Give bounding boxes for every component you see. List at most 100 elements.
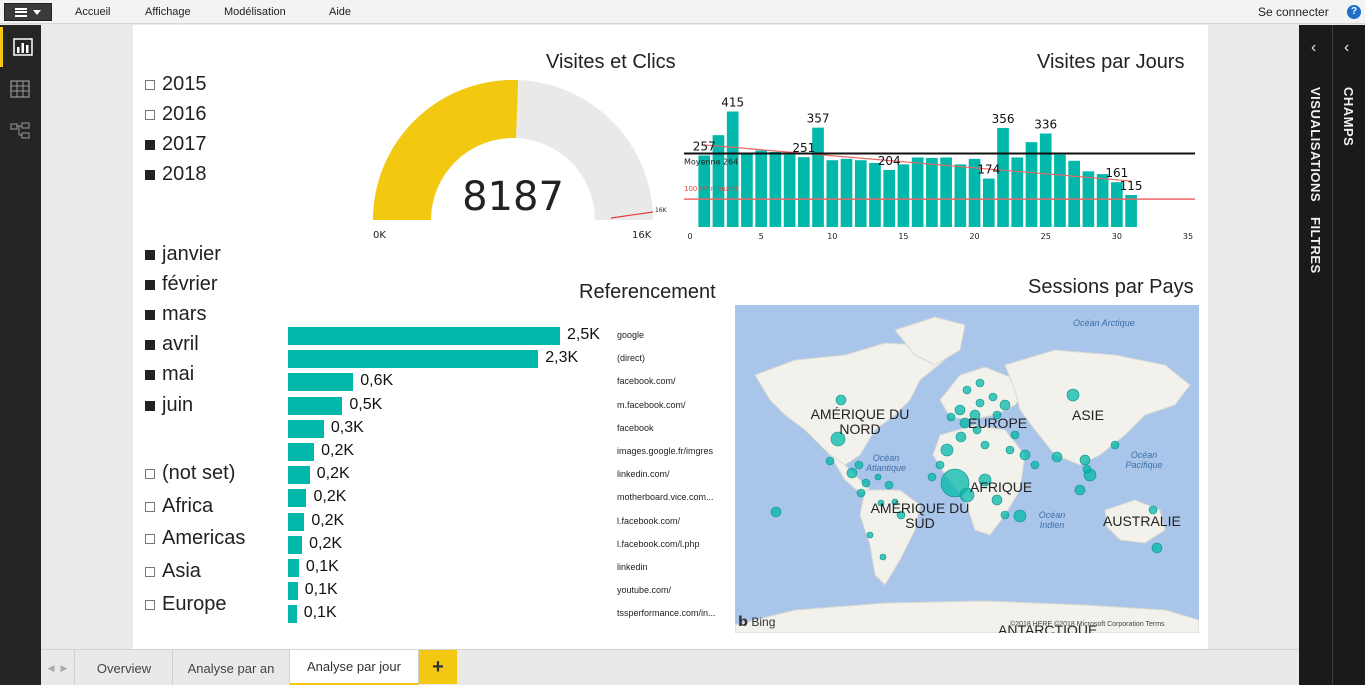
sign-in-link[interactable]: Se connecter — [1258, 5, 1329, 19]
daily-data-label: 257 — [693, 139, 716, 153]
slicer-item-juin[interactable]: juin — [145, 394, 193, 417]
referencement-category-label: l.facebook.com/ — [617, 515, 681, 526]
chevron-left-icon[interactable]: ◀ — [48, 663, 55, 674]
chevron-left-icon[interactable]: ‹ — [1311, 39, 1316, 57]
referencement-bar[interactable] — [288, 512, 305, 531]
map-label-north-america: AMÉRIQUE DU NORD — [810, 406, 910, 437]
slicer-label: Africa — [162, 495, 214, 517]
daily-bar — [1025, 142, 1038, 227]
slicer-label: (not set) — [162, 462, 236, 484]
slicer-item-avril[interactable]: avril — [145, 333, 199, 356]
pane-filtres[interactable]: FILTRES — [1308, 217, 1323, 274]
referencement-value-label: 0,1K — [304, 581, 338, 599]
slicer-item-2016[interactable]: 2016 — [145, 103, 207, 126]
map-label-asia: ASIE — [1072, 407, 1104, 423]
tab-analyse-par-an[interactable]: Analyse par an — [173, 650, 290, 685]
slicer-item-mars[interactable]: mars — [145, 303, 206, 326]
referencement-value-label: 0,5K — [349, 395, 383, 413]
slicer-item-africa[interactable]: Africa — [145, 495, 213, 518]
daily-data-label: 115 — [1120, 179, 1143, 193]
checkbox[interactable] — [145, 79, 155, 90]
referencement-bar[interactable] — [288, 396, 343, 415]
file-menu-button[interactable] — [4, 3, 52, 21]
slicer-item-europe[interactable]: Europe — [145, 593, 227, 616]
checkbox[interactable] — [145, 109, 155, 120]
slicer-item-asia[interactable]: Asia — [145, 560, 201, 583]
gauge-target-label: 16K — [655, 207, 668, 214]
referencement-value-label: 0,2K — [316, 465, 350, 483]
menu-aide[interactable]: Aide — [329, 6, 351, 18]
slicer-item-2018[interactable]: 2018 — [145, 163, 207, 186]
menu-modelisation[interactable]: Modélisation — [224, 6, 286, 18]
slicer-label: 2017 — [162, 133, 207, 155]
referencement-bar[interactable] — [288, 489, 307, 508]
referencement-category-label: linkedin — [617, 562, 648, 572]
checkbox[interactable] — [145, 169, 155, 180]
daily-x-tick: 30 — [1112, 232, 1122, 241]
slicer-item-americas[interactable]: Americas — [145, 527, 245, 550]
tab-overview[interactable]: Overview — [76, 650, 173, 685]
referencement-bar[interactable] — [288, 350, 539, 369]
referencement-bar[interactable] — [288, 327, 560, 345]
referencement-bar[interactable] — [288, 419, 324, 438]
referencement-bar[interactable] — [288, 559, 299, 577]
file-menu-icon — [15, 7, 27, 17]
menu-affichage[interactable]: Affichage — [145, 6, 191, 18]
pane-champs[interactable]: CHAMPS — [1341, 87, 1356, 146]
tab-scroll-arrows[interactable]: ◀ ▶ — [41, 650, 75, 685]
minimum-line-label: 100 (Minimum) — [684, 185, 738, 193]
chevron-right-icon[interactable]: ▶ — [61, 663, 68, 674]
north-america-shape — [754, 342, 946, 466]
pane-visualisations[interactable]: VISUALISATIONS — [1308, 87, 1323, 202]
daily-bar — [1011, 157, 1024, 227]
referencement-bar[interactable] — [288, 535, 303, 554]
checkbox[interactable] — [145, 533, 155, 544]
checkbox[interactable] — [145, 249, 155, 260]
slicer-item-not-set[interactable]: (not set) — [145, 462, 235, 485]
slicer-label: 2016 — [162, 103, 207, 125]
data-view-icon — [10, 80, 30, 98]
referencement-bar[interactable] — [288, 373, 354, 392]
slicer-item-fevrier[interactable]: février — [145, 273, 218, 296]
help-icon[interactable]: ? — [1347, 5, 1361, 19]
model-view-button[interactable] — [0, 111, 41, 151]
chevron-left-icon[interactable]: ‹ — [1344, 39, 1349, 57]
slicer-label: mai — [162, 363, 195, 385]
report-view-button[interactable] — [0, 27, 41, 67]
sessions-map[interactable]: AMÉRIQUE DU NORD AMÉRIQUE DU SUD EUROPE … — [735, 305, 1199, 633]
checkbox[interactable] — [145, 501, 155, 512]
referencement-value-label: 0,2K — [311, 511, 345, 529]
referencement-category-label: m.facebook.com/ — [617, 399, 686, 410]
checkbox[interactable] — [145, 566, 155, 577]
daily-x-tick: 20 — [969, 232, 979, 241]
referencement-bar[interactable] — [288, 443, 315, 461]
checkbox[interactable] — [145, 339, 155, 350]
referencement-category-label: l.facebook.com/l.php — [617, 538, 700, 549]
tab-analyse-par-jour[interactable]: Analyse par jour — [290, 650, 419, 685]
daily-data-label: 415 — [721, 96, 744, 110]
antarctica-shape — [735, 600, 1199, 633]
daily-title: Visites par Jours — [1037, 51, 1185, 73]
slicer-item-2017[interactable]: 2017 — [145, 133, 207, 156]
referencement-value-label: 0,2K — [321, 442, 355, 459]
checkbox[interactable] — [145, 139, 155, 150]
checkbox[interactable] — [145, 400, 155, 411]
add-page-button[interactable]: + — [419, 650, 457, 684]
slicer-item-janvier[interactable]: janvier — [145, 243, 221, 266]
menu-accueil[interactable]: Accueil — [75, 6, 110, 18]
data-view-button[interactable] — [0, 69, 41, 109]
checkbox[interactable] — [145, 369, 155, 380]
checkbox[interactable] — [145, 468, 155, 479]
pane-divider — [1332, 25, 1333, 685]
slicer-label: Asia — [162, 560, 201, 582]
referencement-bar[interactable] — [288, 466, 310, 485]
checkbox[interactable] — [145, 599, 155, 610]
referencement-bar[interactable] — [288, 605, 297, 624]
referencement-value-label: 0,3K — [330, 418, 364, 436]
map-copyright[interactable]: ©2018 HERE ©2018 Microsoft Corporation T… — [1010, 621, 1165, 628]
referencement-bar[interactable] — [288, 582, 298, 601]
slicer-item-mai[interactable]: mai — [145, 363, 194, 386]
slicer-item-2015[interactable]: 2015 — [145, 73, 207, 96]
checkbox[interactable] — [145, 279, 155, 290]
checkbox[interactable] — [145, 309, 155, 320]
